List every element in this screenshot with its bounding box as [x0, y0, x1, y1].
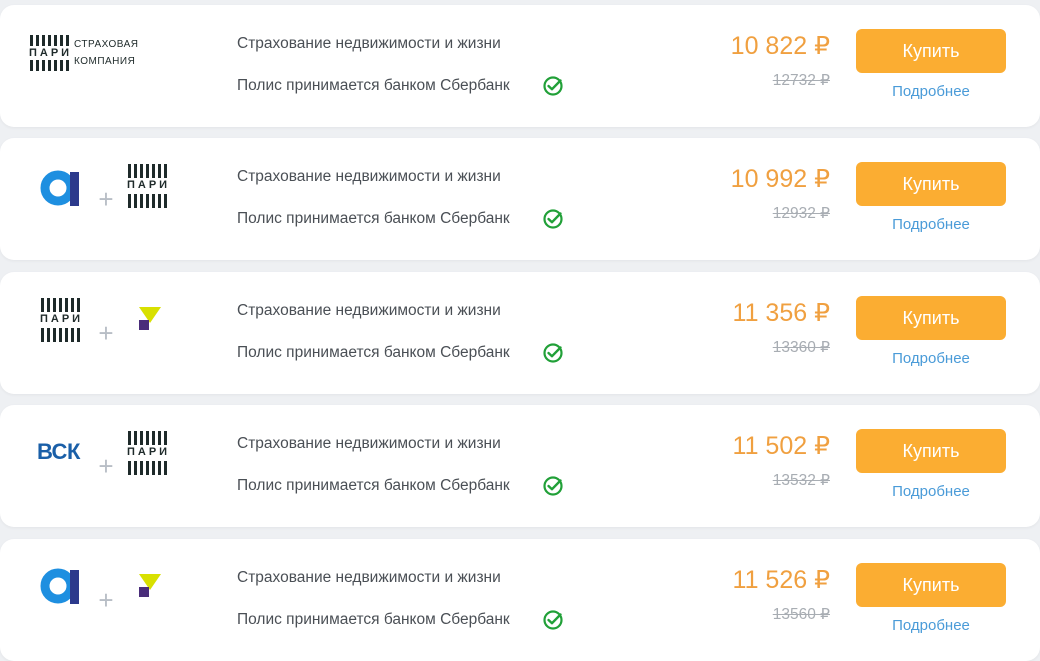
pari-icon: ПАРИ — [29, 35, 69, 71]
offer-title: Страхование недвижимости и жизни — [237, 569, 501, 586]
offer-title: Страхование недвижимости и жизни — [237, 302, 501, 319]
old-price: 13560 ₽ — [772, 606, 830, 623]
plus-sign: + — [98, 318, 114, 348]
sber-check-icon — [542, 475, 564, 497]
insurer-logos: + — [26, 539, 196, 661]
sber-check-icon — [542, 75, 564, 97]
yellow-v-icon — [137, 306, 163, 332]
policy-note: Полис принимается банком Сбербанк — [237, 477, 510, 494]
offer-title: Страхование недвижимости и жизни — [237, 35, 501, 52]
price: 11 526 ₽ — [732, 566, 830, 594]
old-price: 13532 ₽ — [772, 472, 830, 489]
pari-wordmark: ПАРИ — [29, 47, 73, 59]
pari-wordmark: ПАРИ — [127, 446, 171, 458]
sber-check-icon — [542, 342, 564, 364]
buy-button[interactable]: Купить — [856, 29, 1006, 73]
plus-sign: + — [98, 585, 114, 615]
offer-card: + Страхование недвижимости и жизни Полис… — [0, 539, 1040, 661]
old-price: 12732 ₽ — [772, 72, 830, 89]
alfa-icon — [40, 168, 82, 208]
details-link[interactable]: Подробнее — [856, 83, 1006, 100]
price: 10 992 ₽ — [730, 165, 830, 193]
alfa-icon — [40, 566, 82, 606]
insurer-logos: ВСК + ПАРИ — [26, 405, 196, 527]
sber-check-icon — [542, 208, 564, 230]
sber-check-icon — [542, 609, 564, 631]
offer-card: ВСК + ПАРИ Страхование недвижимости и жи… — [0, 405, 1040, 527]
policy-note: Полис принимается банком Сбербанк — [237, 344, 510, 361]
insurer-logos: + ПАРИ — [26, 138, 196, 260]
offer-card: ПАРИ СТРАХОВАЯ КОМПАНИЯ Страхование недв… — [0, 5, 1040, 127]
plus-sign: + — [98, 451, 114, 481]
details-link[interactable]: Подробнее — [856, 483, 1006, 500]
pari-icon: ПАРИ — [127, 164, 171, 208]
old-price: 13360 ₽ — [772, 339, 830, 356]
old-price: 12932 ₽ — [772, 205, 830, 222]
buy-button[interactable]: Купить — [856, 162, 1006, 206]
details-link[interactable]: Подробнее — [856, 617, 1006, 634]
price: 11 356 ₽ — [732, 299, 830, 327]
pari-icon: ПАРИ — [127, 431, 171, 475]
policy-note: Полис принимается банком Сбербанк — [237, 210, 510, 227]
buy-button[interactable]: Купить — [856, 429, 1006, 473]
buy-button[interactable]: Купить — [856, 296, 1006, 340]
insurer-logos: ПАРИ СТРАХОВАЯ КОМПАНИЯ — [26, 5, 196, 127]
price: 10 822 ₽ — [730, 32, 830, 60]
insurer-logos: ПАРИ + — [26, 272, 196, 394]
brand-line-1: СТРАХОВАЯ — [74, 39, 139, 50]
details-link[interactable]: Подробнее — [856, 216, 1006, 233]
price: 11 502 ₽ — [732, 432, 830, 460]
policy-note: Полис принимается банком Сбербанк — [237, 77, 510, 94]
buy-button[interactable]: Купить — [856, 563, 1006, 607]
pari-wordmark: ПАРИ — [40, 313, 84, 325]
offer-card: ПАРИ + Страхование недвижимости и жизни … — [0, 272, 1040, 394]
pari-icon: ПАРИ — [40, 298, 84, 342]
brand-line-2: КОМПАНИЯ — [74, 56, 136, 67]
plus-sign: + — [98, 184, 114, 214]
pari-wordmark: ПАРИ — [127, 179, 171, 191]
offer-title: Страхование недвижимости и жизни — [237, 168, 501, 185]
offer-title: Страхование недвижимости и жизни — [237, 435, 501, 452]
vsk-icon: ВСК — [37, 439, 80, 464]
yellow-v-icon — [137, 573, 163, 599]
policy-note: Полис принимается банком Сбербанк — [237, 611, 510, 628]
details-link[interactable]: Подробнее — [856, 350, 1006, 367]
offer-card: + ПАРИ Страхование недвижимости и жизни … — [0, 138, 1040, 260]
